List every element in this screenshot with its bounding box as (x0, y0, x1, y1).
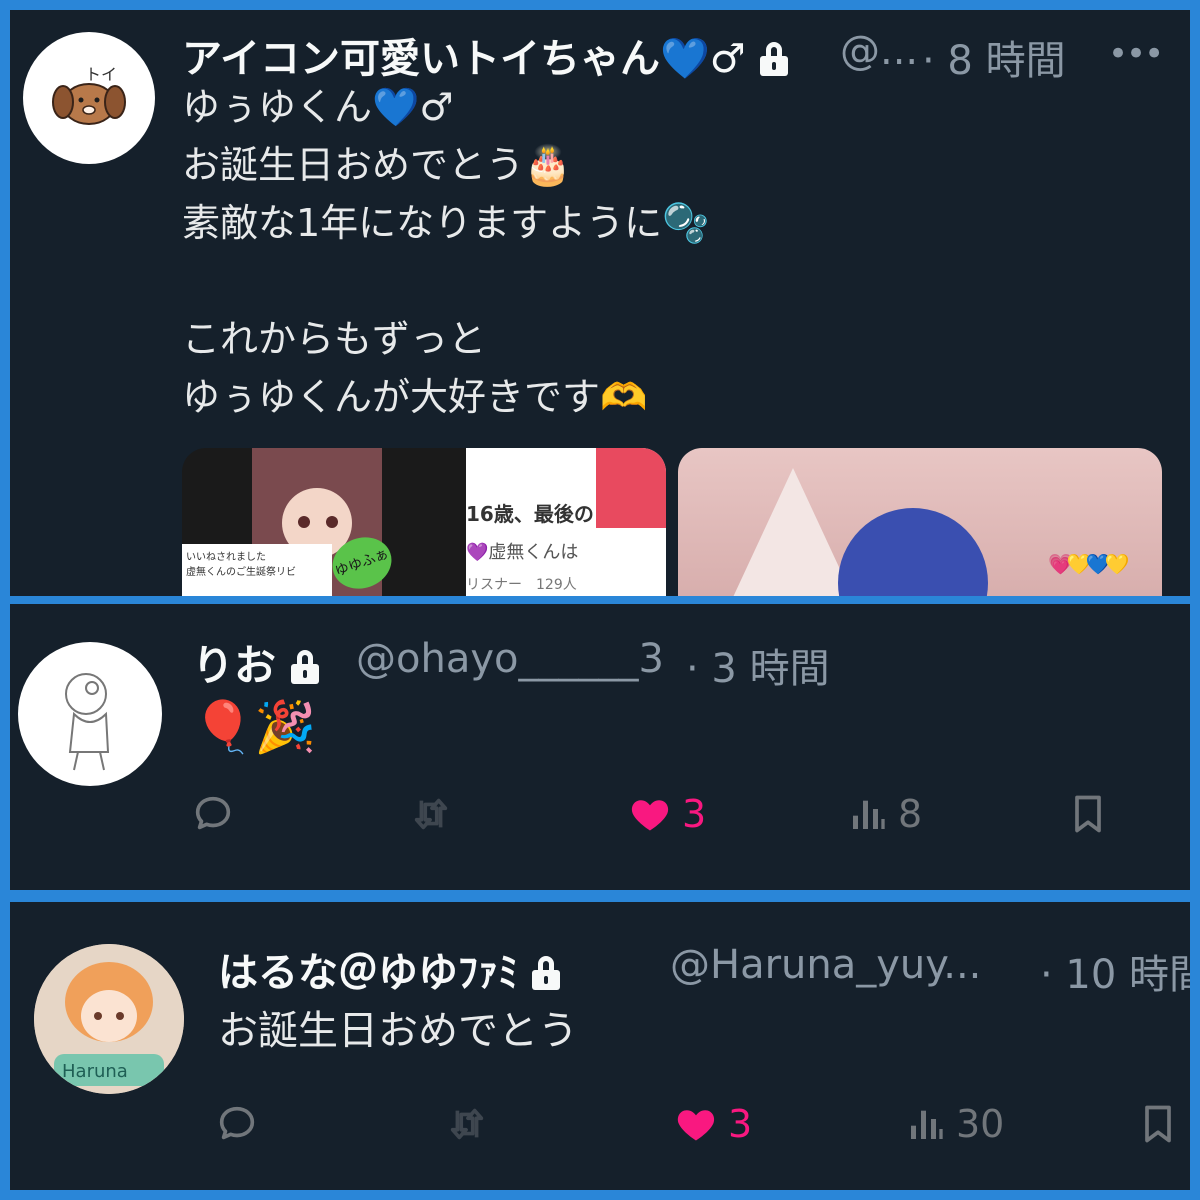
media-image-right[interactable]: 💗💛💙💛 (678, 448, 1162, 596)
retweet-icon (414, 798, 448, 830)
tweet-body: お誕生日おめでとう (218, 1002, 578, 1060)
timestamp[interactable]: · 3 時間 (686, 636, 830, 694)
user-handle[interactable]: @... (840, 28, 918, 74)
views-button[interactable]: 8 (848, 784, 922, 844)
like-button[interactable]: 3 (628, 784, 706, 844)
bookmark-icon (1075, 795, 1101, 833)
tweet-line: これからもずっと (182, 317, 487, 361)
tweet-card-3[interactable]: Haruna はるな＠ゆゆﾌｧﾐ @Haruna_yuy... · 10 時間 … (10, 902, 1190, 1190)
display-name[interactable]: りお (192, 632, 319, 693)
avatar[interactable] (18, 642, 162, 786)
more-options-icon[interactable]: ••• (1108, 34, 1164, 74)
tweet-line: ゆぅゆくんが大好きです🫶 (182, 375, 648, 419)
lock-icon (290, 650, 319, 684)
user-handle[interactable]: @ohayo______3 (356, 636, 664, 682)
views-count: 30 (956, 1102, 1005, 1146)
retweet-button[interactable] (408, 784, 464, 844)
timestamp[interactable]: · 8 時間 (922, 28, 1066, 86)
tweet-card-2[interactable]: りお @ohayo______3 · 3 時間 🎈🎉 3 8 (10, 604, 1190, 890)
display-name[interactable]: アイコン可愛いトイちゃん💙♂ (182, 26, 788, 84)
lock-icon (531, 956, 560, 990)
retweet-icon (450, 1108, 484, 1140)
tweet-card-1[interactable]: トイ アイコン可愛いトイちゃん💙♂ @... · 8 時間 ••• ゆぅゆくん💙… (10, 10, 1190, 596)
hearts-decoration: 💗💛💙💛 (1048, 552, 1130, 576)
tweet-body: ゆぅゆくん💙♂ お誕生日おめでとう🎂 素敵な1年になりますように🫧 これからもず… (182, 78, 710, 426)
views-count: 8 (898, 792, 923, 836)
tweet-line: 素敵な1年になりますように🫧 (182, 201, 710, 245)
analytics-icon (911, 1110, 943, 1139)
action-bar: 3 8 (10, 784, 1190, 844)
tweet-line: ゆぅゆくん💙♂ (182, 85, 454, 129)
avatar[interactable]: トイ (23, 32, 155, 164)
lock-icon (759, 42, 788, 76)
tweet-line: 🎈🎉 (192, 698, 317, 756)
heart-icon (631, 800, 669, 831)
reply-icon (219, 1106, 255, 1140)
reply-button[interactable] (214, 1094, 270, 1154)
tweet-line: お誕生日おめでとう (218, 1008, 578, 1054)
notification-card: いいねされました 虚無くんのご生誕祭リビ (182, 544, 332, 596)
avatar-label: トイ (85, 65, 117, 84)
character-avatar-image: Haruna (34, 944, 184, 1094)
like-button[interactable]: 3 (674, 1094, 752, 1154)
retweet-button[interactable] (444, 1094, 500, 1154)
avatar-label: Haruna (62, 1061, 128, 1082)
stream-card: 16歳、最後の 💜虚無くんは リスナー 129人 (466, 448, 666, 596)
timestamp[interactable]: · 10 時間 (1040, 942, 1190, 1000)
reply-icon (195, 796, 231, 830)
bookmark-icon (1145, 1105, 1171, 1143)
media-image-left[interactable]: ゆゆふぁみ いいねされました 虚無くんのご生誕祭リビ 16歳、最後の 💜虚無くん… (182, 448, 666, 596)
character-sketch-avatar (65, 673, 110, 771)
like-count: 3 (728, 1102, 753, 1146)
tweet-line: お誕生日おめでとう🎂 (182, 143, 572, 187)
tweet-line (182, 252, 710, 310)
action-bar: 3 30 (10, 1094, 1190, 1154)
tweet-body: 🎈🎉 (192, 694, 317, 756)
bookmark-button[interactable] (1066, 784, 1110, 844)
like-count: 3 (682, 792, 707, 836)
reply-button[interactable] (190, 784, 246, 844)
bookmark-button[interactable] (1136, 1094, 1180, 1154)
character-hair (838, 508, 988, 596)
avatar[interactable]: Haruna (34, 944, 184, 1094)
analytics-icon (853, 800, 885, 829)
views-button[interactable]: 30 (906, 1094, 1004, 1154)
dog-avatar-image: トイ (52, 65, 126, 125)
heart-icon (677, 1110, 715, 1141)
display-name[interactable]: はるな＠ゆゆﾌｧﾐ (218, 940, 560, 998)
user-handle[interactable]: @Haruna_yuy... (670, 942, 981, 988)
